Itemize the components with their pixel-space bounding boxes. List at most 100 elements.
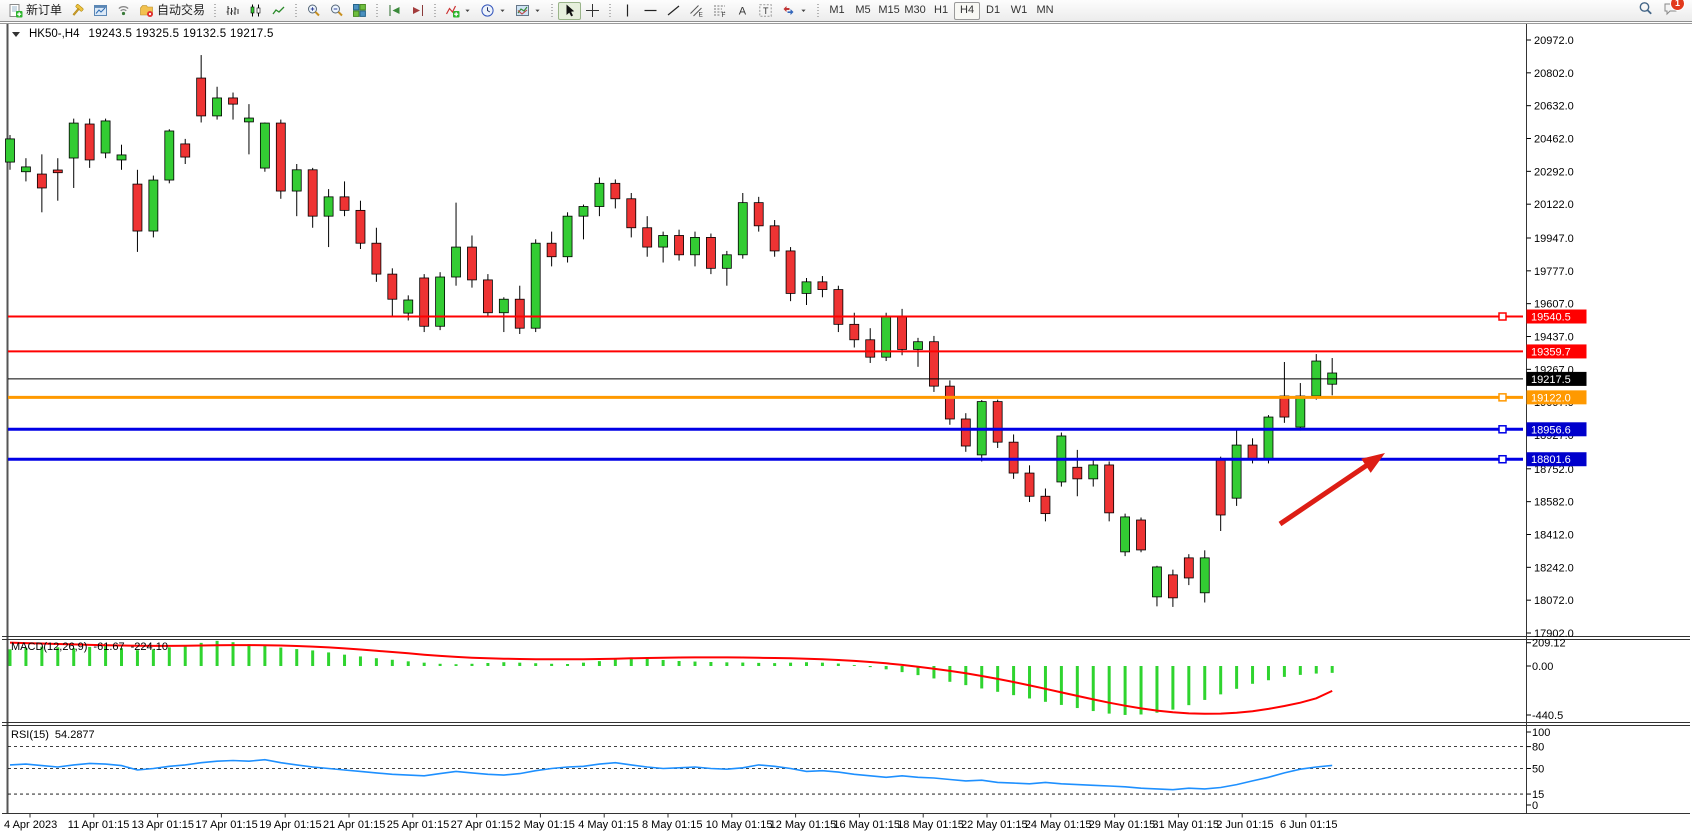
horizontal-lines: 19540.519359.719217.519122.018956.618801… xyxy=(8,310,1587,467)
rsi-name: RSI(15) xyxy=(11,729,49,741)
toolbar-button-trendline[interactable] xyxy=(662,2,685,20)
candle xyxy=(754,203,763,226)
toolbar-button-crosshair[interactable] xyxy=(581,2,604,20)
svg-text:16 May 01:15: 16 May 01:15 xyxy=(833,819,900,831)
timeframe-H4[interactable]: H4 xyxy=(954,2,980,20)
candle xyxy=(850,324,859,339)
toolbar-button-search[interactable] xyxy=(1638,1,1653,21)
toolbar-button-zoom-out[interactable] xyxy=(325,2,348,20)
rsi-panel: 1008050150 xyxy=(8,727,1550,812)
toolbar-separator xyxy=(434,4,436,18)
toolbar-button-text[interactable]: A xyxy=(731,2,754,20)
svg-text:25 Apr 01:15: 25 Apr 01:15 xyxy=(387,819,449,831)
candle xyxy=(1121,517,1130,552)
svg-text:19540.5: 19540.5 xyxy=(1531,312,1571,324)
search-icon xyxy=(1638,1,1653,16)
svg-text:10 May 01:15: 10 May 01:15 xyxy=(706,819,773,831)
button-label: 自动交易 xyxy=(157,3,205,18)
fibo-icon: F xyxy=(712,3,727,18)
toolbar-button-chart-shift[interactable] xyxy=(406,2,429,20)
toolbar-button-tile-windows[interactable] xyxy=(348,2,371,20)
timeframe-M5[interactable]: M5 xyxy=(850,2,876,20)
svg-text:20462.0: 20462.0 xyxy=(1534,134,1574,146)
candle xyxy=(149,180,158,231)
toolbar-button-notifications[interactable]: 1 xyxy=(1663,1,1678,21)
candle xyxy=(452,247,461,277)
toolbar-button-periods[interactable] xyxy=(476,2,511,20)
timeframe-H1[interactable]: H1 xyxy=(928,2,954,20)
arrow-annotation[interactable] xyxy=(1280,453,1385,524)
toolbar-button-horizontal-line[interactable] xyxy=(639,2,662,20)
chart-title: HK50-,H4 19243.5 19325.5 19132.5 19217.5 xyxy=(12,28,274,40)
candle xyxy=(181,144,190,157)
dropdown-caret-icon[interactable] xyxy=(463,3,472,18)
candle xyxy=(324,197,333,216)
toolbar-button-new-order[interactable]: 新订单 xyxy=(4,2,66,20)
toolbar-button-templates[interactable] xyxy=(511,2,546,20)
toolbar-separator xyxy=(295,4,297,18)
toolbar-button-arrows[interactable] xyxy=(777,2,812,20)
hline-handle[interactable] xyxy=(1499,426,1506,433)
toolbar-separator xyxy=(376,4,378,18)
toolbar-button-line-chart[interactable] xyxy=(267,2,290,20)
svg-text:F: F xyxy=(722,12,726,18)
clock-icon xyxy=(480,3,495,18)
candle xyxy=(6,139,15,162)
symbol-dropdown-icon[interactable] xyxy=(12,32,20,37)
dropdown-caret-icon[interactable] xyxy=(533,3,542,18)
svg-text:24 May 01:15: 24 May 01:15 xyxy=(1025,819,1092,831)
candle xyxy=(1248,445,1257,459)
dropdown-caret-icon[interactable] xyxy=(799,3,808,18)
svg-text:13 Apr 01:15: 13 Apr 01:15 xyxy=(132,819,194,831)
toolbar-button-signals[interactable] xyxy=(112,2,135,20)
candle xyxy=(945,386,954,419)
candles-icon xyxy=(248,3,263,18)
svg-text:17 Apr 01:15: 17 Apr 01:15 xyxy=(195,819,257,831)
dropdown-caret-icon[interactable] xyxy=(498,3,507,18)
candle xyxy=(499,299,508,313)
candle xyxy=(308,170,317,216)
toolbar-button-bar-chart[interactable] xyxy=(221,2,244,20)
toolbar-button-vertical-line[interactable] xyxy=(616,2,639,20)
hline-handle[interactable] xyxy=(1499,394,1506,401)
svg-text:18801.6: 18801.6 xyxy=(1531,454,1571,466)
chart-canvas: 20972.020802.020632.020462.020292.020122… xyxy=(0,0,1692,838)
macd-signal-value: -224.10 xyxy=(131,641,168,653)
toolbar-button-styler[interactable] xyxy=(66,2,89,20)
candle xyxy=(786,251,795,293)
candle xyxy=(993,402,1002,443)
rsi-value: 54.2877 xyxy=(55,729,95,741)
svg-text:2 May 01:15: 2 May 01:15 xyxy=(514,819,575,831)
toolbar-separator xyxy=(551,4,553,18)
candles-series xyxy=(6,55,1337,607)
timeframe-MN[interactable]: MN xyxy=(1032,2,1058,20)
macd-label: MACD(12,26,9) -61.67 -224.10 xyxy=(11,641,168,653)
candle xyxy=(866,340,875,357)
hline-handle[interactable] xyxy=(1499,456,1506,463)
toolbar-button-new-chart[interactable] xyxy=(89,2,112,20)
hline-handle[interactable] xyxy=(1499,313,1506,320)
toolbar-button-zoom-in[interactable] xyxy=(302,2,325,20)
toolbar-button-text-label[interactable]: T xyxy=(754,2,777,20)
candle xyxy=(515,299,524,328)
bars-icon xyxy=(225,3,240,18)
toolbar: 新订单 自动交易 E FAT M1M5M15M30H1H4D1W1MN 1 xyxy=(0,0,1692,22)
candle xyxy=(165,131,174,180)
timeframe-W1[interactable]: W1 xyxy=(1006,2,1032,20)
timeframe-D1[interactable]: D1 xyxy=(980,2,1006,20)
channel-icon: E xyxy=(689,3,704,18)
toolbar-button-equidistant-channel[interactable]: E xyxy=(685,2,708,20)
toolbar-button-auto-scroll[interactable] xyxy=(383,2,406,20)
candle xyxy=(659,235,668,247)
toolbar-button-indicators[interactable] xyxy=(441,2,476,20)
toolbar-button-fibonacci[interactable]: F xyxy=(708,2,731,20)
svg-text:18072.0: 18072.0 xyxy=(1534,595,1574,607)
toolbar-button-cursor[interactable] xyxy=(558,2,581,20)
svg-text:18582.0: 18582.0 xyxy=(1534,497,1574,509)
svg-text:80: 80 xyxy=(1532,742,1544,754)
toolbar-button-candlestick-chart[interactable] xyxy=(244,2,267,20)
timeframe-M1[interactable]: M1 xyxy=(824,2,850,20)
timeframe-M30[interactable]: M30 xyxy=(902,2,928,20)
toolbar-button-auto-trading[interactable]: 自动交易 xyxy=(135,2,209,20)
timeframe-M15[interactable]: M15 xyxy=(876,2,902,20)
